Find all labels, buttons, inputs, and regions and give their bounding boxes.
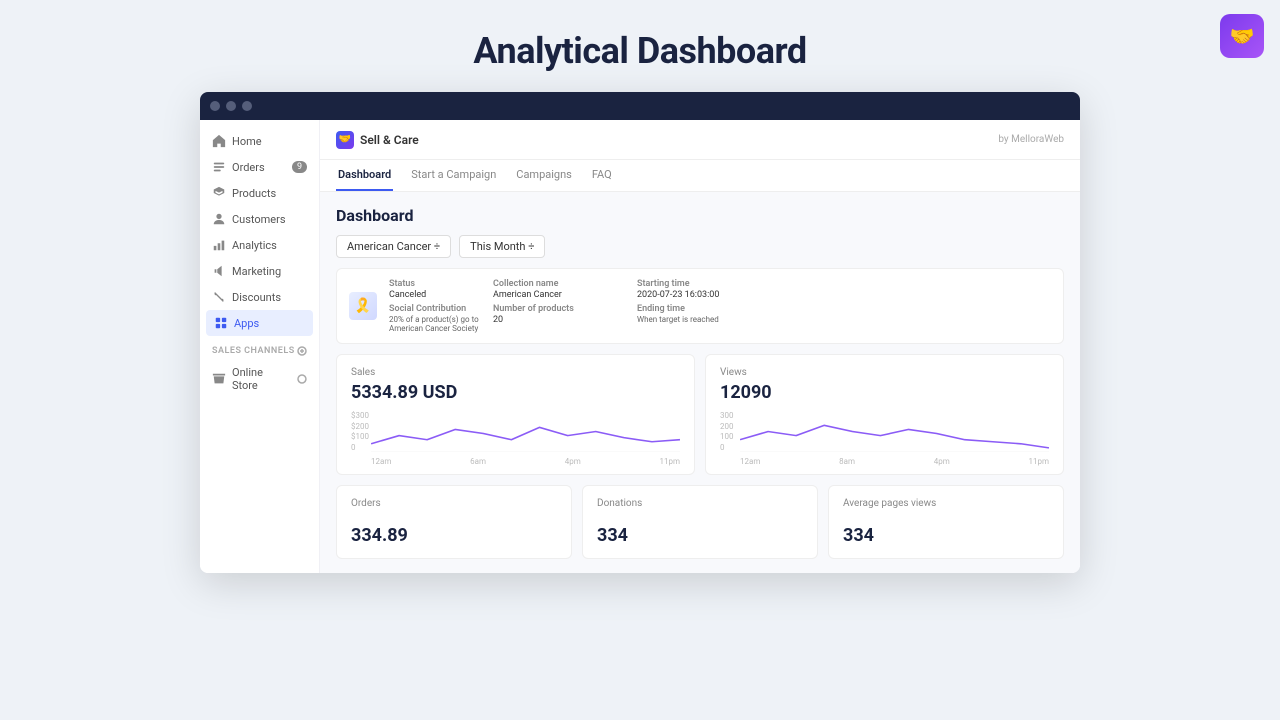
- views-label: Views: [720, 367, 1049, 378]
- brand-icon: 🤝: [336, 131, 354, 149]
- sales-svg-wrapper: [371, 411, 680, 452]
- sidebar-item-discounts[interactable]: Discounts: [200, 284, 319, 310]
- sidebar-item-marketing-label: Marketing: [232, 265, 281, 278]
- tab-start-campaign[interactable]: Start a Campaign: [409, 160, 498, 191]
- type-label: Social Contribution: [389, 304, 489, 314]
- browser-dot-2: [226, 101, 236, 111]
- sales-x-labels: 12am 6am 4pm 11pm: [371, 457, 680, 466]
- sales-card: Sales 5334.89 USD $300 $200 $100 0: [336, 354, 695, 475]
- status-value: Canceled: [389, 290, 489, 300]
- orders-badge: 9: [292, 161, 307, 173]
- products-label: Number of products: [493, 304, 633, 314]
- views-svg-wrapper: [740, 411, 1049, 452]
- app-header: 🤝 Sell & Care by MelloraWeb: [320, 120, 1080, 160]
- status-label: Status: [389, 279, 489, 289]
- avg-pages-card: Average pages views 334: [828, 485, 1064, 559]
- campaign-filter[interactable]: American Cancer ÷: [336, 235, 451, 258]
- page-title-area: Analytical Dashboard: [0, 0, 1280, 92]
- sidebar-item-analytics-label: Analytics: [232, 239, 277, 252]
- sales-label: Sales: [351, 367, 680, 378]
- main-content: 🤝 Sell & Care by MelloraWeb Dashboard St…: [320, 120, 1080, 573]
- sidebar-item-online-store[interactable]: Online Store: [200, 360, 319, 398]
- end-value: When target is reached: [637, 315, 757, 324]
- donations-card: Donations 334: [582, 485, 818, 559]
- sidebar-item-customers-label: Customers: [232, 213, 286, 226]
- page-title: Analytical Dashboard: [0, 30, 1280, 72]
- stats-row: Sales 5334.89 USD $300 $200 $100 0: [336, 354, 1064, 475]
- sidebar-item-orders[interactable]: Orders 9: [200, 154, 319, 180]
- type-value: 20% of a product(s) go to American Cance…: [389, 315, 489, 333]
- sidebar-item-discounts-label: Discounts: [232, 291, 281, 304]
- avg-pages-label: Average pages views: [843, 498, 1049, 509]
- period-filter[interactable]: This Month ÷: [459, 235, 545, 258]
- sidebar-item-products-label: Products: [232, 187, 276, 200]
- campaign-card: 🎗️ Status Canceled Social Contribution 2…: [336, 268, 1064, 344]
- sidebar-item-online-store-label: Online Store: [232, 366, 291, 392]
- sidebar-item-customers[interactable]: Customers: [200, 206, 319, 232]
- bottom-stats: Orders 334.89 Donations 334 Average page…: [336, 485, 1064, 559]
- sidebar-item-home-label: Home: [232, 135, 262, 148]
- sidebar-item-products[interactable]: Products: [200, 180, 319, 206]
- sidebar: Home Orders 9 Products Customers Analyti…: [200, 120, 320, 573]
- campaign-img: 🎗️: [349, 292, 377, 320]
- browser-dot-1: [210, 101, 220, 111]
- products-value: 20: [493, 315, 633, 325]
- browser-dot-3: [242, 101, 252, 111]
- app-brand: 🤝 Sell & Care: [336, 131, 419, 149]
- campaign-details: Status Canceled Social Contribution 20% …: [389, 279, 1051, 333]
- orders-value: 334.89: [351, 525, 557, 546]
- browser-body: Home Orders 9 Products Customers Analyti…: [200, 120, 1080, 573]
- orders-label: Orders: [351, 498, 557, 509]
- sidebar-item-analytics[interactable]: Analytics: [200, 232, 319, 258]
- collection-value: American Cancer: [493, 290, 633, 300]
- views-y-labels: 300 200 100 0: [720, 411, 734, 452]
- sales-channels-label: SALES CHANNELS: [212, 346, 295, 356]
- sales-y-labels: $300 $200 $100 0: [351, 411, 369, 452]
- tab-dashboard[interactable]: Dashboard: [336, 160, 393, 191]
- views-value: 12090: [720, 382, 1049, 403]
- orders-card: Orders 334.89: [336, 485, 572, 559]
- views-card: Views 12090 300 200 100 0: [705, 354, 1064, 475]
- sidebar-item-home[interactable]: Home: [200, 128, 319, 154]
- start-value: 2020-07-23 16:03:00: [637, 290, 757, 300]
- avg-pages-value: 334: [843, 525, 1049, 546]
- sales-chart: $300 $200 $100 0: [351, 411, 680, 466]
- dashboard-area: Dashboard American Cancer ÷ This Month ÷…: [320, 192, 1080, 573]
- end-label: Ending time: [637, 304, 757, 314]
- views-chart: 300 200 100 0: [720, 411, 1049, 466]
- dashboard-heading: Dashboard: [336, 206, 1064, 225]
- browser-window: Home Orders 9 Products Customers Analyti…: [200, 92, 1080, 573]
- donations-label: Donations: [597, 498, 803, 509]
- sidebar-item-apps[interactable]: Apps: [206, 310, 313, 336]
- by-melora: by MelloraWeb: [998, 134, 1064, 145]
- views-x-labels: 12am 8am 4pm 11pm: [740, 457, 1049, 466]
- tab-faq[interactable]: FAQ: [590, 160, 614, 191]
- donations-value: 334: [597, 525, 803, 546]
- sales-value: 5334.89 USD: [351, 382, 680, 403]
- sidebar-item-marketing[interactable]: Marketing: [200, 258, 319, 284]
- collection-label: Collection name: [493, 279, 633, 289]
- start-label: Starting time: [637, 279, 757, 289]
- sales-channels-section: SALES CHANNELS: [200, 336, 319, 360]
- browser-topbar: [200, 92, 1080, 120]
- sidebar-item-apps-label: Apps: [234, 317, 259, 330]
- filter-row: American Cancer ÷ This Month ÷: [336, 235, 1064, 258]
- sidebar-item-orders-label: Orders: [232, 161, 265, 174]
- tabs-bar: Dashboard Start a Campaign Campaigns FAQ: [320, 160, 1080, 192]
- top-logo-icon: 🤝: [1220, 14, 1264, 58]
- tab-campaigns[interactable]: Campaigns: [514, 160, 574, 191]
- brand-name: Sell & Care: [360, 133, 419, 147]
